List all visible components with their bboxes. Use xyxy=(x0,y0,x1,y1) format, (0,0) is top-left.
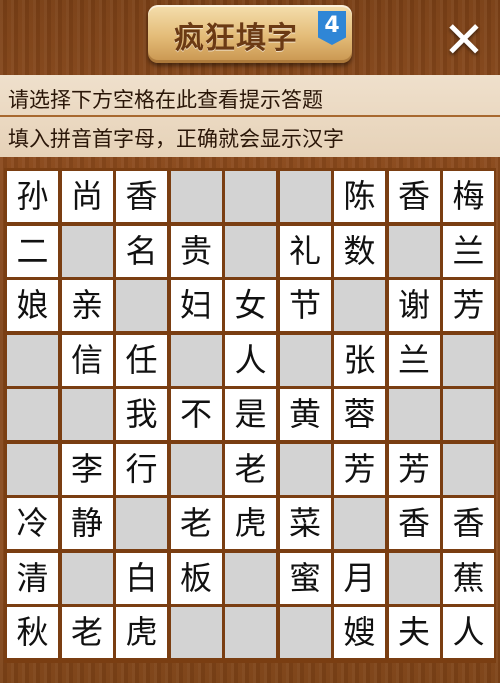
grid-cell-filled[interactable]: 黄 xyxy=(279,389,331,440)
grid-cell-filled[interactable]: 芳 xyxy=(443,280,494,331)
grid-cell-empty[interactable] xyxy=(225,171,276,222)
top-bar: 疯狂填字 4 ✕ xyxy=(0,0,500,82)
grid-cell-filled[interactable]: 香 xyxy=(388,498,440,549)
grid-cell-filled[interactable]: 张 xyxy=(334,334,385,386)
grid-cell-empty[interactable] xyxy=(7,389,58,440)
grid-cell-filled[interactable]: 贵 xyxy=(170,225,222,277)
grid-cell-empty[interactable] xyxy=(116,498,167,549)
grid-cell-empty[interactable] xyxy=(170,171,222,222)
grid-cell-filled[interactable]: 兰 xyxy=(388,334,440,386)
grid-cell-filled[interactable]: 老 xyxy=(170,498,222,549)
grid-cell-filled[interactable]: 名 xyxy=(116,225,167,277)
grid-cell-empty[interactable] xyxy=(334,280,385,331)
close-button[interactable]: ✕ xyxy=(436,12,492,68)
grid-cell-filled[interactable]: 蕉 xyxy=(443,552,494,604)
crossword-board: 孙尚香陈香梅二名贵礼数兰娘亲妇女节谢芳信任人张兰我不是黄蓉李行老芳芳冷静老虎菜香… xyxy=(4,168,496,663)
grid-cell-empty[interactable] xyxy=(170,443,222,495)
hint-line-select: 请选择下方空格在此查看提示答题 xyxy=(8,88,323,112)
grid-cell-filled[interactable]: 老 xyxy=(61,607,113,658)
grid-cell-empty[interactable] xyxy=(279,334,331,386)
grid-cell-empty[interactable] xyxy=(279,171,331,222)
grid-cell-filled[interactable]: 冷 xyxy=(7,498,58,549)
grid-cell-empty[interactable] xyxy=(170,607,222,658)
grid-cell-filled[interactable]: 尚 xyxy=(61,171,113,222)
grid-cell-filled[interactable]: 谢 xyxy=(388,280,440,331)
grid-cell-empty[interactable] xyxy=(61,552,113,604)
grid-cell-filled[interactable]: 女 xyxy=(225,280,276,331)
grid-cell-filled[interactable]: 信 xyxy=(61,334,113,386)
grid-cell-filled[interactable]: 芳 xyxy=(334,443,385,495)
grid-cell-filled[interactable]: 礼 xyxy=(279,225,331,277)
grid-cell-filled[interactable]: 任 xyxy=(116,334,167,386)
grid-cell-empty[interactable] xyxy=(225,225,276,277)
grid-cell-empty[interactable] xyxy=(279,443,331,495)
hint-line-pinyin: 填入拼音首字母，正确就会显示汉字 xyxy=(8,127,344,151)
grid-cell-empty[interactable] xyxy=(61,389,113,440)
grid-cell-empty[interactable] xyxy=(116,280,167,331)
grid-cell-filled[interactable]: 虎 xyxy=(225,498,276,549)
grid-cell-empty[interactable] xyxy=(7,334,58,386)
grid-cell-filled[interactable]: 板 xyxy=(170,552,222,604)
grid-cell-filled[interactable]: 节 xyxy=(279,280,331,331)
grid-cell-filled[interactable]: 虎 xyxy=(116,607,167,658)
grid-cell-filled[interactable]: 亲 xyxy=(61,280,113,331)
hint-panel: 请选择下方空格在此查看提示答题 填入拼音首字母，正确就会显示汉字 xyxy=(0,75,500,157)
grid-cell-filled[interactable]: 数 xyxy=(334,225,385,277)
grid-cell-filled[interactable]: 嫂 xyxy=(334,607,385,658)
title-plaque: 疯狂填字 4 xyxy=(148,5,352,63)
grid-cell-empty[interactable] xyxy=(279,607,331,658)
grid-cell-filled[interactable]: 李 xyxy=(61,443,113,495)
grid-cell-filled[interactable]: 二 xyxy=(7,225,58,277)
grid-cell-filled[interactable]: 菜 xyxy=(279,498,331,549)
grid-cell-filled[interactable]: 娘 xyxy=(7,280,58,331)
grid-cell-filled[interactable]: 白 xyxy=(116,552,167,604)
grid-cell-filled[interactable]: 梅 xyxy=(443,171,494,222)
grid-cell-empty[interactable] xyxy=(61,225,113,277)
grid-cell-filled[interactable]: 兰 xyxy=(443,225,494,277)
grid-cell-empty[interactable] xyxy=(388,552,440,604)
grid-cell-filled[interactable]: 孙 xyxy=(7,171,58,222)
grid-cell-empty[interactable] xyxy=(388,389,440,440)
grid-cell-empty[interactable] xyxy=(443,443,494,495)
grid-cell-filled[interactable]: 静 xyxy=(61,498,113,549)
grid-cell-empty[interactable] xyxy=(334,498,385,549)
grid-cell-filled[interactable]: 月 xyxy=(334,552,385,604)
grid-cell-filled[interactable]: 行 xyxy=(116,443,167,495)
grid-cell-empty[interactable] xyxy=(443,334,494,386)
grid-cell-filled[interactable]: 夫 xyxy=(388,607,440,658)
grid-cell-filled[interactable]: 我 xyxy=(116,389,167,440)
grid-cell-empty[interactable] xyxy=(7,443,58,495)
grid-cell-empty[interactable] xyxy=(443,389,494,440)
grid-cell-filled[interactable]: 香 xyxy=(388,171,440,222)
grid-cell-filled[interactable]: 人 xyxy=(225,334,276,386)
grid-cell-filled[interactable]: 陈 xyxy=(334,171,385,222)
grid-cell-empty[interactable] xyxy=(388,225,440,277)
grid-cell-filled[interactable]: 老 xyxy=(225,443,276,495)
hint-divider xyxy=(0,115,500,117)
game-title: 疯狂填字 xyxy=(174,21,298,56)
grid-cell-filled[interactable]: 蓉 xyxy=(334,389,385,440)
grid-cell-filled[interactable]: 不 xyxy=(170,389,222,440)
grid-cell-empty[interactable] xyxy=(225,607,276,658)
grid-cell-filled[interactable]: 香 xyxy=(443,498,494,549)
grid-cell-filled[interactable]: 香 xyxy=(116,171,167,222)
grid-cell-empty[interactable] xyxy=(170,334,222,386)
grid-cell-filled[interactable]: 清 xyxy=(7,552,58,604)
grid-cell-filled[interactable]: 妇 xyxy=(170,280,222,331)
grid-cell-filled[interactable]: 蜜 xyxy=(279,552,331,604)
grid-cell-filled[interactable]: 秋 xyxy=(7,607,58,658)
grid-cell-filled[interactable]: 人 xyxy=(443,607,494,658)
grid-cell-filled[interactable]: 芳 xyxy=(388,443,440,495)
grid-cell-filled[interactable]: 是 xyxy=(225,389,276,440)
grid-cell-empty[interactable] xyxy=(225,552,276,604)
